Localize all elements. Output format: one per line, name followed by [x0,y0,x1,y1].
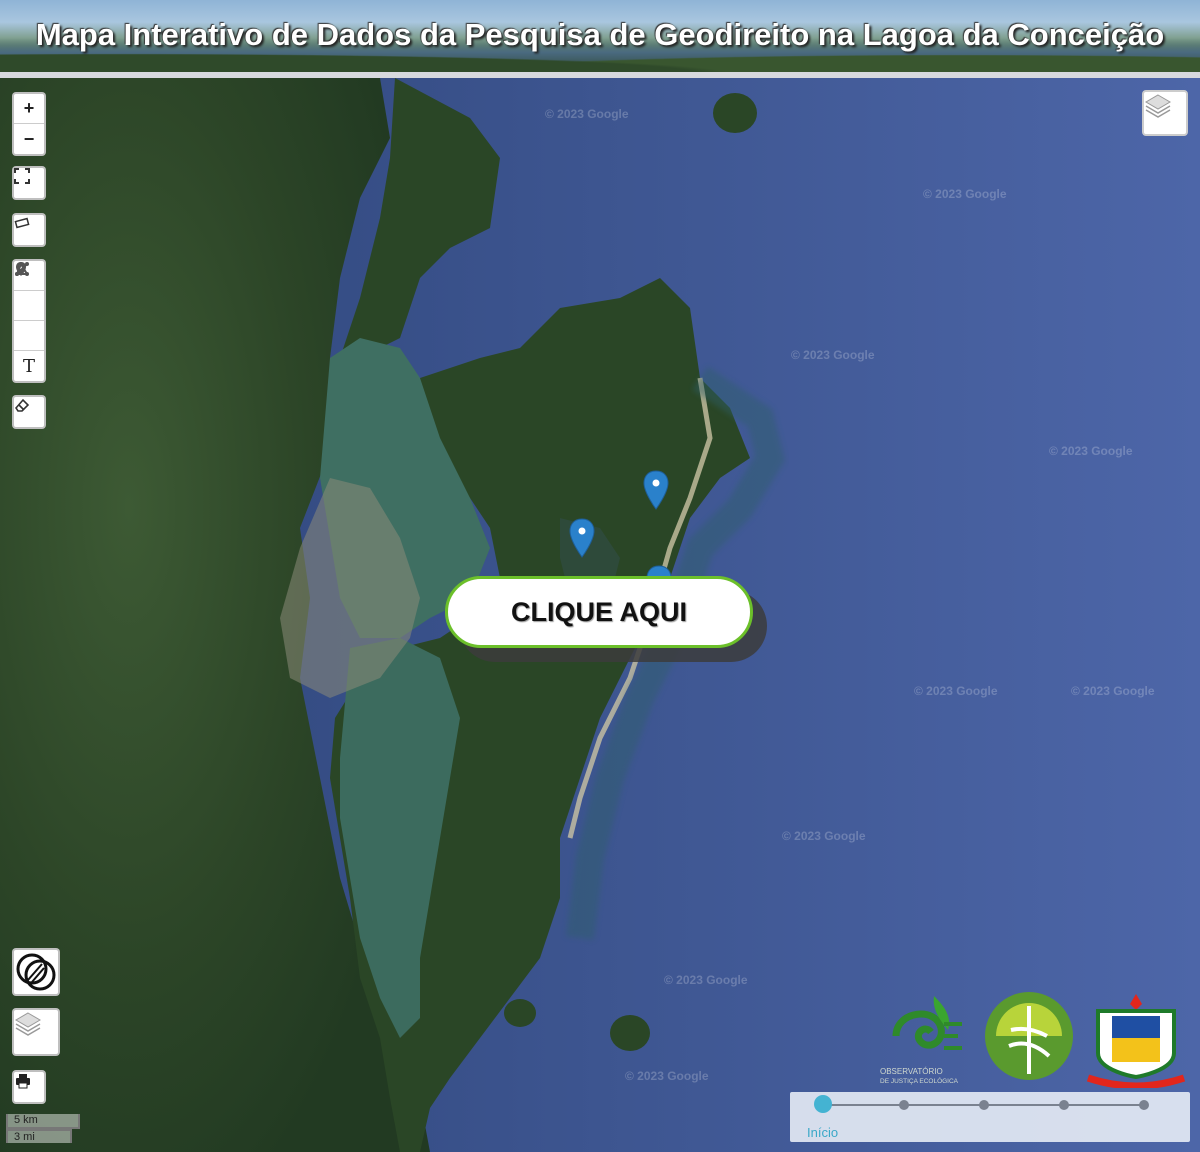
print-button[interactable] [12,1070,46,1104]
zoom-out-button[interactable]: − [14,124,44,154]
basemap-layers-button[interactable] [12,1008,60,1056]
timeline-step-1[interactable] [899,1100,909,1110]
timeline-step-4[interactable] [1139,1100,1149,1110]
timeline-step-0[interactable] [814,1095,832,1113]
map-watermark: © 2023 Google [782,829,866,843]
text-icon: T [22,355,35,377]
eraser-button[interactable] [14,397,44,427]
swipe-compare-button[interactable] [12,948,60,996]
header-banner: Mapa Interativo de Dados da Pesquisa de … [0,0,1200,74]
observatorio-logo [892,996,962,1050]
scale-metric: 5 km [6,1114,80,1129]
observatorio-logo-line1: OBSERVATÓRIO [880,1067,943,1076]
layers-icon [1145,94,1171,118]
timeline-slider[interactable]: Início [790,1092,1190,1142]
map-watermark: © 2023 Google [791,348,875,362]
fullscreen-control [12,166,46,200]
map-watermark: © 2023 Google [664,973,748,987]
measure-control [12,213,46,247]
map-watermark: © 2023 Google [1071,684,1155,698]
polygon-icon [15,261,29,276]
fullscreen-icon [14,168,30,184]
timeline-step-2[interactable] [979,1100,989,1110]
overlap-circles-icon [16,953,56,991]
timeline-step-3[interactable] [1059,1100,1069,1110]
draw-polygon-button[interactable] [14,261,44,351]
scale-bar: 5 km 3 mi [6,1114,80,1143]
map-view[interactable]: © 2023 Google © 2023 Google © 2023 Googl… [0,78,1200,1152]
measure-button[interactable] [14,215,44,245]
map-watermark: © 2023 Google [545,107,629,121]
ruler-icon [14,217,30,229]
map-watermark: © 2023 Google [625,1069,709,1083]
map-watermark: © 2023 Google [1049,444,1133,458]
layers-icon [15,1012,41,1036]
zoom-control: + − [12,92,46,156]
eraser-icon [14,398,30,412]
eraser-control [12,395,46,429]
scale-imperial: 3 mi [6,1129,72,1143]
page-title: Mapa Interativo de Dados da Pesquisa de … [35,17,1165,52]
draw-text-button[interactable]: T [14,351,44,381]
printer-icon [16,1074,30,1089]
university-crest-logo [1086,994,1186,1088]
partner-logos: OBSERVATÓRIO DE JUSTIÇA ECOLÓGICA [876,986,1186,1088]
observatorio-logo-line2: DE JUSTIÇA ECOLÓGICA [880,1076,959,1085]
draw-line-button[interactable] [14,262,44,321]
map-watermark: © 2023 Google [914,684,998,698]
clique-aqui-button[interactable]: CLIQUE AQUI [445,576,753,648]
timeline-current-label: Início [807,1125,839,1140]
green-leaf-logo [985,992,1073,1080]
fullscreen-button[interactable] [14,168,44,198]
draw-toolbar: T [12,259,46,383]
map-watermark: © 2023 Google [923,187,1007,201]
layers-button[interactable] [1142,90,1188,136]
zoom-in-button[interactable]: + [14,94,44,124]
